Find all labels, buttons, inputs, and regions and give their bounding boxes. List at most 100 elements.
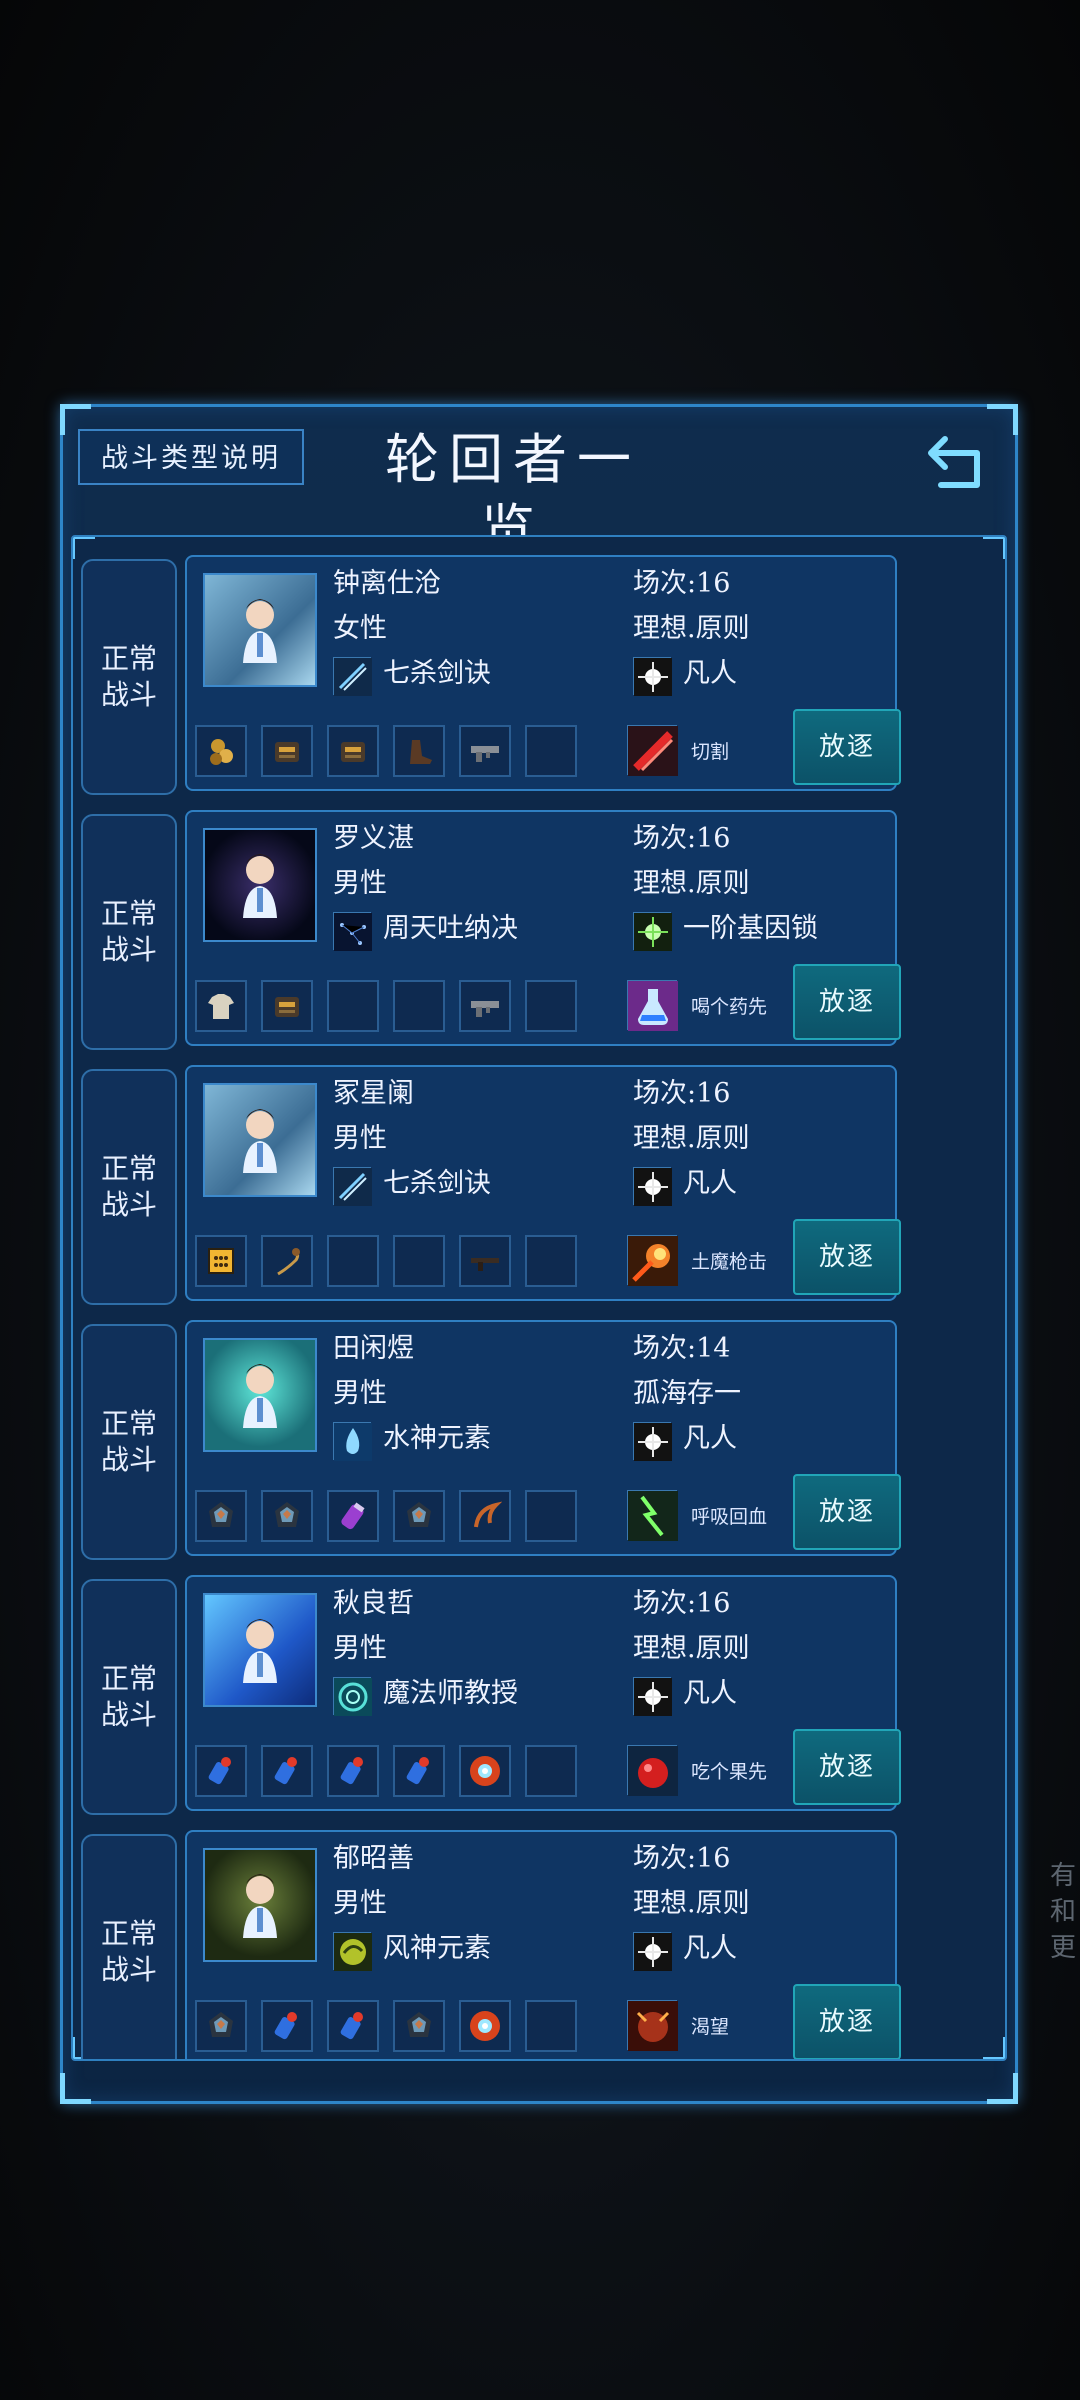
battle-type-label: 正常战斗 <box>100 1662 157 1731</box>
empty-equipment-slot[interactable] <box>393 1235 445 1287</box>
equipment-slot[interactable] <box>195 1490 247 1542</box>
battle-type-tag[interactable]: 正常战斗 <box>81 814 177 1050</box>
character-name: 罗义湛 <box>333 823 414 854</box>
equipment-slot[interactable] <box>261 1235 313 1287</box>
list-row[interactable]: 正常战斗 钟离仕沧 女性 七杀剑诀 场次:16 理想.原则 凡人 切割 放逐 <box>73 537 1005 795</box>
equipment-slot[interactable] <box>327 2000 379 2052</box>
character-portrait[interactable] <box>203 1338 317 1452</box>
empty-equipment-slot[interactable] <box>327 1235 379 1287</box>
return-arrow-icon[interactable] <box>921 425 993 497</box>
equipment-slot[interactable] <box>261 1745 313 1797</box>
red-fruit-icon[interactable] <box>627 1745 678 1796</box>
blue-bottle-icon <box>270 2009 304 2043</box>
equipment-slot[interactable] <box>261 980 313 1032</box>
reincarnator-list[interactable]: 正常战斗 钟离仕沧 女性 七杀剑诀 场次:16 理想.原则 凡人 切割 放逐 正常战斗 罗义湛 男性周… <box>71 535 1007 2061</box>
potion-flask-icon[interactable] <box>627 980 678 1031</box>
character-gender: 男性 <box>333 868 387 899</box>
battle-type-tag[interactable]: 正常战斗 <box>81 559 177 795</box>
reincarnator-card[interactable]: 冢星阑 男性 七杀剑诀 场次:16 理想.原则 凡人 土魔枪击 放逐 <box>185 1065 901 1301</box>
battle-type-tag[interactable]: 正常战斗 <box>81 1579 177 1815</box>
equipment-slot[interactable] <box>393 1745 445 1797</box>
equipment-slot[interactable] <box>459 1745 511 1797</box>
equipment-slot[interactable] <box>327 1490 379 1542</box>
empty-equipment-slot[interactable] <box>525 980 577 1032</box>
list-row[interactable]: 正常战斗 郁昭善 男性 风神元素 场次:16 理想.原则 凡人 渴望 放逐 <box>73 1812 1005 2059</box>
exile-button[interactable]: 放逐 <box>793 964 901 1040</box>
crystal-ore-icon <box>402 1499 436 1533</box>
reincarnator-card[interactable]: 田闲煜 男性 水神元素 场次:14 孤海存一 凡人 呼吸回血 放逐 <box>185 1320 901 1556</box>
character-gender: 男性 <box>333 1888 387 1919</box>
character-portrait[interactable] <box>203 573 317 687</box>
blue-bottle-icon <box>336 1754 370 1788</box>
character-portrait[interactable] <box>203 1848 317 1962</box>
roster-panel: 战斗类型说明 轮回者一览 正常战斗 钟离仕沧 女性 七杀剑诀 场次:16 理想.原则 凡人切… <box>60 404 1018 2104</box>
equipment-slot[interactable] <box>459 725 511 777</box>
battle-type-label: 正常战斗 <box>100 642 157 711</box>
reincarnator-card[interactable]: 罗义湛 男性 周天吐纳决 场次:16 理想.原则 一阶基因锁 喝个药先 放逐 <box>185 810 901 1046</box>
empty-equipment-slot[interactable] <box>327 980 379 1032</box>
exile-button[interactable]: 放逐 <box>793 1984 901 2059</box>
equipment-slot[interactable] <box>261 725 313 777</box>
equipment-slot[interactable] <box>261 2000 313 2052</box>
crystal-ore-icon <box>204 1499 238 1533</box>
equipment-slot[interactable] <box>195 1235 247 1287</box>
equipment-slot[interactable] <box>195 2000 247 2052</box>
equipment-slot[interactable] <box>393 1490 445 1542</box>
list-row[interactable]: 正常战斗 田闲煜 男性 水神元素 场次:14 孤海存一 凡人 呼吸回血 放逐 <box>73 1302 1005 1560</box>
equipment-slot[interactable] <box>327 1745 379 1797</box>
red-slash-icon[interactable] <box>627 725 678 776</box>
list-row[interactable]: 正常战斗 罗义湛 男性 周天吐纳决 场次:16 理想.原则 一阶基因锁 喝个药先 放逐 <box>73 792 1005 1050</box>
empty-equipment-slot[interactable] <box>393 980 445 1032</box>
equipment-slot[interactable] <box>459 2000 511 2052</box>
empty-equipment-slot[interactable] <box>525 1490 577 1542</box>
character-trait: 理想.原则 <box>633 868 750 899</box>
character-skill: 七杀剑诀 <box>383 658 491 689</box>
character-portrait[interactable] <box>203 1593 317 1707</box>
character-talent: 一阶基因锁 <box>683 913 818 944</box>
green-lightning-icon[interactable] <box>627 1490 678 1541</box>
character-name: 秋良哲 <box>333 1588 414 1619</box>
character-skill: 七杀剑诀 <box>383 1168 491 1199</box>
equipment-slot[interactable] <box>327 725 379 777</box>
empty-equipment-slot[interactable] <box>525 1745 577 1797</box>
reincarnator-card[interactable]: 郁昭善 男性 风神元素 场次:16 理想.原则 凡人 渴望 放逐 <box>185 1830 901 2059</box>
rifle-icon <box>468 1244 502 1278</box>
reincarnator-card[interactable]: 秋良哲 男性 魔法师教授 场次:16 理想.原则 凡人 吃个果先 放逐 <box>185 1575 901 1811</box>
equipment-slot[interactable] <box>261 1490 313 1542</box>
exile-button[interactable]: 放逐 <box>793 709 901 785</box>
reincarnator-card[interactable]: 钟离仕沧 女性 七杀剑诀 场次:16 理想.原则 凡人 切割 放逐 <box>185 555 901 791</box>
battle-type-label: 正常战斗 <box>100 897 157 966</box>
character-name: 田闲煜 <box>333 1333 414 1364</box>
vortex-icon <box>333 1677 372 1716</box>
fire-shot-icon[interactable] <box>627 1235 678 1286</box>
character-portrait[interactable] <box>203 1083 317 1197</box>
battle-type-tag[interactable]: 正常战斗 <box>81 1069 177 1305</box>
empty-equipment-slot[interactable] <box>525 2000 577 2052</box>
equipment-slot[interactable] <box>393 725 445 777</box>
equipment-slot[interactable] <box>195 725 247 777</box>
list-row[interactable]: 正常战斗 秋良哲 男性 魔法师教授 场次:16 理想.原则 凡人 吃个果先 放逐 <box>73 1557 1005 1815</box>
exile-button[interactable]: 放逐 <box>793 1219 901 1295</box>
empty-equipment-slot[interactable] <box>525 725 577 777</box>
ability-name: 吃个果先 <box>691 1761 768 1783</box>
character-portrait[interactable] <box>203 828 317 942</box>
character-trait: 理想.原则 <box>633 1888 750 1919</box>
equipment-slot[interactable] <box>459 980 511 1032</box>
empty-equipment-slot[interactable] <box>525 1235 577 1287</box>
equipment-slot[interactable] <box>195 980 247 1032</box>
leather-armor-icon <box>270 734 304 768</box>
list-row[interactable]: 正常战斗 冢星阑 男性 七杀剑诀 场次:16 理想.原则 凡人 土魔枪击 放逐 <box>73 1047 1005 1305</box>
battle-type-tag[interactable]: 正常战斗 <box>81 1834 177 2059</box>
character-talent: 凡人 <box>683 1933 737 1964</box>
equipment-slot[interactable] <box>393 2000 445 2052</box>
character-gender: 男性 <box>333 1378 387 1409</box>
battle-type-tag[interactable]: 正常战斗 <box>81 1324 177 1560</box>
crystal-ore-icon <box>270 1499 304 1533</box>
equipment-slot[interactable] <box>459 1235 511 1287</box>
demon-icon[interactable] <box>627 2000 678 2051</box>
battle-type-help-button[interactable]: 战斗类型说明 <box>78 429 304 485</box>
exile-button[interactable]: 放逐 <box>793 1474 901 1550</box>
exile-button[interactable]: 放逐 <box>793 1729 901 1805</box>
equipment-slot[interactable] <box>195 1745 247 1797</box>
equipment-slot[interactable] <box>459 1490 511 1542</box>
